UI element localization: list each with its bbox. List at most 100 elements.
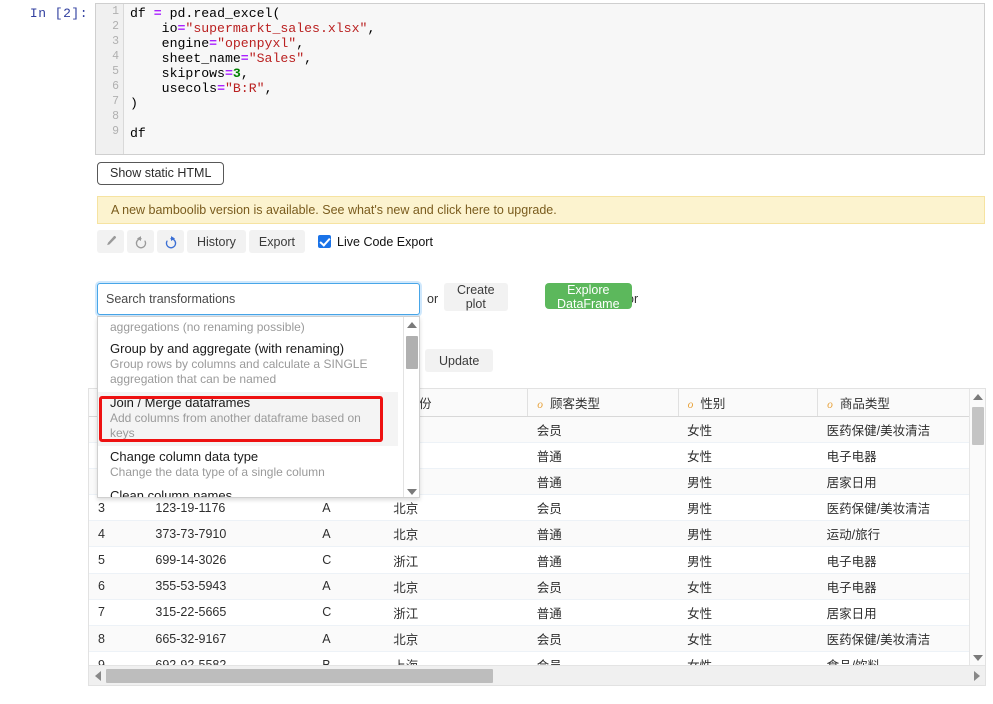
line-number: 9 <box>112 125 119 138</box>
province-cell: 北京 <box>384 625 528 653</box>
gender-cell: 男性 <box>678 468 818 496</box>
province-cell: 浙江 <box>384 599 528 627</box>
undo-icon <box>134 235 148 249</box>
product-type-cell: 居家日用 <box>817 468 969 496</box>
province-cell: 上海 <box>384 651 528 665</box>
gender-cell: 男性 <box>678 520 818 548</box>
table-row[interactable]: 6355-53-5943A北京会员女性电子电器68.846 <box>89 573 969 600</box>
code-line: df = pd.read_excel( <box>130 6 281 21</box>
search-transformations-input[interactable] <box>95 281 422 317</box>
suggestion-item[interactable]: Join / Merge dataframes Add columns from … <box>98 392 398 446</box>
customer-type-cell: 会员 <box>527 573 679 600</box>
suggestion-item-description: Add columns from another dataframe based… <box>110 411 361 440</box>
suggestion-item-title: Join / Merge dataframes <box>110 395 251 410</box>
row-index-cell: 6 <box>89 573 147 600</box>
suggestion-item-title: Group by and aggregate (with renaming) <box>110 341 345 356</box>
column-header[interactable]: o 性别 <box>678 389 819 417</box>
table-row[interactable]: 7315-22-5665C浙江普通女性居家日用73.567 <box>89 599 969 627</box>
gender-cell: 女性 <box>678 573 818 600</box>
suggestion-item[interactable]: Change column data type Change the data t… <box>98 446 398 485</box>
table-scroll-left-arrow-icon[interactable] <box>89 666 106 686</box>
row-index-cell: 3 <box>89 494 147 522</box>
row-index-cell: 8 <box>89 625 147 653</box>
table-scroll-down-arrow-icon[interactable] <box>970 650 986 665</box>
show-static-html-button[interactable]: Show static HTML <box>97 162 225 185</box>
customer-type-cell: 会员 <box>527 416 679 443</box>
table-scroll-up-arrow-icon[interactable] <box>970 389 986 404</box>
customer-type-cell: 会员 <box>527 625 679 653</box>
customer-type-cell: 普通 <box>527 442 679 469</box>
line-number: 2 <box>112 20 119 33</box>
column-dtype-indicator: o <box>537 398 544 411</box>
product-type-cell: 医药保健/美妆清洁 <box>817 494 969 522</box>
branch-cell: A <box>313 520 385 548</box>
suggestion-list: aggregations (no renaming possible) Group… <box>98 317 398 498</box>
row-index-cell: 5 <box>89 546 147 574</box>
code-line: sheet_name="Sales", <box>130 51 313 66</box>
transformation-suggestions-dropdown[interactable]: aggregations (no renaming possible) Group… <box>97 316 420 498</box>
province-cell: 北京 <box>384 494 528 522</box>
dropdown-scrollbar-thumb[interactable] <box>406 336 418 369</box>
line-number: 6 <box>112 80 119 93</box>
product-type-cell: 食品/饮料 <box>817 651 969 665</box>
table-row[interactable]: 9692-92-5582B上海会员女性食品/饮料54.843 <box>89 651 969 665</box>
branch-cell: C <box>313 599 385 627</box>
code-line: usecols="B:R", <box>130 81 273 96</box>
invoice-id-cell: 692-92-5582 <box>146 651 314 665</box>
version-notification-banner[interactable]: A new bamboolib version is available. Se… <box>97 196 985 224</box>
create-plot-button[interactable]: Create plot <box>444 283 508 311</box>
customer-type-cell: 普通 <box>527 520 679 548</box>
table-horizontal-scrollbar-thumb[interactable] <box>106 669 493 683</box>
scroll-up-arrow-icon[interactable] <box>404 317 419 332</box>
suggestion-item-title: Clean column names <box>110 488 233 498</box>
customer-type-cell: 普通 <box>527 599 679 627</box>
redo-icon-button[interactable] <box>157 230 184 253</box>
history-button[interactable]: History <box>187 230 246 253</box>
explore-dataframe-button[interactable]: Explore DataFrame <box>545 283 632 311</box>
gender-cell: 女性 <box>678 625 818 653</box>
live-code-export-label: Live Code Export <box>337 234 433 249</box>
table-row[interactable]: 5699-14-3026C浙江普通男性电子电器85.397 <box>89 546 969 574</box>
customer-type-cell: 普通 <box>527 546 679 574</box>
column-header[interactable]: o 商品类型 <box>817 389 969 417</box>
column-header-label: 商品类型 <box>839 396 890 411</box>
update-button[interactable]: Update <box>425 349 494 372</box>
pencil-icon <box>104 235 117 248</box>
invoice-id-cell: 315-22-5665 <box>146 599 314 627</box>
customer-type-cell: 普通 <box>527 468 679 496</box>
execution-count-prompt: In [2]: <box>29 6 88 21</box>
table-row[interactable]: 3123-19-1176A北京会员男性医药保健/美妆清洁58.228 <box>89 494 969 522</box>
table-horizontal-scrollbar[interactable] <box>89 665 985 685</box>
table-vertical-scrollbar[interactable] <box>969 389 985 665</box>
or-label-1: or <box>427 292 439 306</box>
product-type-cell: 运动/旅行 <box>817 520 969 548</box>
product-type-cell: 电子电器 <box>817 573 969 600</box>
table-vertical-scrollbar-thumb[interactable] <box>972 407 984 445</box>
export-button[interactable]: Export <box>248 230 306 253</box>
product-type-cell: 居家日用 <box>817 599 969 627</box>
table-row[interactable]: 8665-32-9167A北京会员女性医药保健/美妆清洁36.262 <box>89 625 969 653</box>
live-code-export-checkbox[interactable] <box>318 235 332 248</box>
pencil-icon-button[interactable] <box>97 230 124 253</box>
column-dtype-indicator: o <box>687 398 694 411</box>
live-code-export-toggle[interactable]: Live Code Export <box>318 230 433 253</box>
undo-icon-button[interactable] <box>127 230 154 253</box>
dropdown-scrollbar[interactable] <box>403 317 419 497</box>
code-text[interactable]: df = pd.read_excel( io="supermarkt_sales… <box>130 4 982 154</box>
column-header[interactable]: o 顾客类型 <box>527 389 679 417</box>
province-cell: 浙江 <box>384 546 528 574</box>
notebook-code-cell: In [2]: 1 2 3 4 5 6 7 8 9 df = pd.read_excel( io… <box>0 0 993 159</box>
suggestion-item[interactable]: Clean column names <box>98 485 398 498</box>
suggestion-item-description: Group rows by columns and calculate a SI… <box>110 357 368 386</box>
line-number-gutter: 1 2 3 4 5 6 7 8 9 <box>96 4 124 154</box>
scroll-down-arrow-icon[interactable] <box>404 484 419 497</box>
suggestion-group-header: aggregations (no renaming possible) <box>110 320 305 334</box>
line-number: 4 <box>112 50 119 63</box>
gender-cell: 女性 <box>678 442 818 469</box>
table-scroll-right-arrow-icon[interactable] <box>968 666 985 686</box>
table-row[interactable]: 4373-73-7910A北京普通男性运动/旅行86.317 <box>89 520 969 548</box>
customer-type-cell: 会员 <box>527 494 679 522</box>
suggestion-item[interactable]: Group by and aggregate (with renaming) Gr… <box>98 338 398 392</box>
code-editor[interactable]: 1 2 3 4 5 6 7 8 9 df = pd.read_excel( io="superm… <box>95 3 985 155</box>
